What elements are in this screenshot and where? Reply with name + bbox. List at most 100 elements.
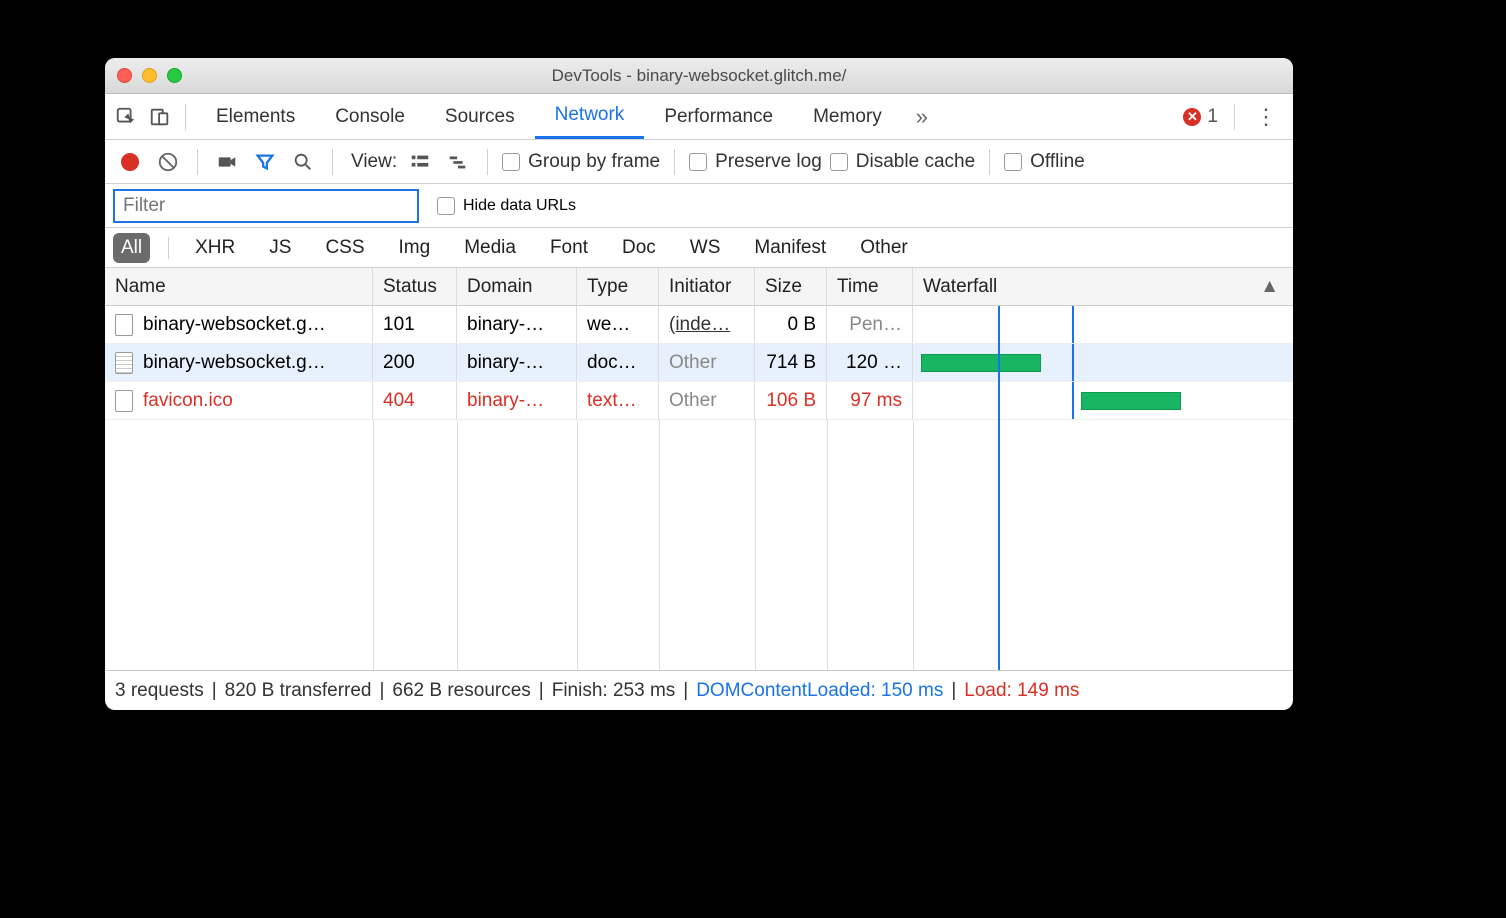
typefilter-font[interactable]: Font <box>542 233 596 263</box>
view-label: View: <box>351 151 397 173</box>
footer-load: Load: 149 ms <box>964 680 1079 702</box>
col-type[interactable]: Type <box>577 268 659 305</box>
offline-option[interactable]: Offline <box>1004 151 1085 173</box>
divider <box>1234 104 1235 130</box>
cell-type: doc… <box>577 344 659 381</box>
waterfall-dcl-line <box>998 306 1000 670</box>
record-button[interactable] <box>115 147 145 177</box>
waterfall-bar <box>921 354 1041 372</box>
divider <box>487 149 488 175</box>
col-time[interactable]: Time <box>827 268 913 305</box>
cell-waterfall <box>913 382 1293 419</box>
error-icon: ✕ <box>1183 108 1201 126</box>
footer-dcl: DOMContentLoaded: 150 ms <box>696 680 943 702</box>
cell-name: binary-websocket.g… <box>105 344 373 381</box>
footer-requests: 3 requests <box>115 680 204 702</box>
waterfall-bar <box>1081 392 1181 410</box>
typefilter-other[interactable]: Other <box>852 233 916 263</box>
cell-name: favicon.ico <box>105 382 373 419</box>
cell-domain: binary-… <box>457 306 577 343</box>
footer-resources: 662 B resources <box>392 680 530 702</box>
network-toolbar: View: Group by frame Preserve log Disabl… <box>105 140 1293 184</box>
footer-finish: Finish: 253 ms <box>552 680 676 702</box>
settings-menu-icon[interactable]: ⋮ <box>1245 104 1287 130</box>
preserve-log-option[interactable]: Preserve log <box>689 151 822 173</box>
file-icon <box>115 314 133 336</box>
hide-data-urls-option[interactable]: Hide data URLs <box>437 197 576 215</box>
divider <box>674 149 675 175</box>
typefilter-js[interactable]: JS <box>261 233 299 263</box>
tab-memory[interactable]: Memory <box>793 94 902 139</box>
request-row[interactable]: binary-websocket.g…101binary-…we…(inde…0… <box>105 306 1293 344</box>
titlebar: DevTools - binary-websocket.glitch.me/ <box>105 58 1293 94</box>
cell-waterfall <box>913 306 1293 343</box>
col-size[interactable]: Size <box>755 268 827 305</box>
col-waterfall[interactable]: Waterfall ▲ <box>913 268 1293 305</box>
waterfall-dcl-line <box>1072 382 1074 419</box>
cell-status: 101 <box>373 306 457 343</box>
waterfall-dcl-line <box>1072 344 1074 381</box>
filter-icon[interactable] <box>250 147 280 177</box>
footer-transferred: 820 B transferred <box>225 680 372 702</box>
checkbox-icon[interactable] <box>1004 153 1022 171</box>
request-row[interactable]: favicon.ico404binary-…text…Other106 B97 … <box>105 382 1293 420</box>
large-rows-icon[interactable] <box>405 147 435 177</box>
divider <box>185 104 186 130</box>
devtools-window: DevTools - binary-websocket.glitch.me/ E… <box>105 58 1293 710</box>
divider <box>332 149 333 175</box>
checkbox-icon[interactable] <box>437 197 455 215</box>
request-row[interactable]: binary-websocket.g…200binary-…doc…Other7… <box>105 344 1293 382</box>
col-domain[interactable]: Domain <box>457 268 577 305</box>
cell-name: binary-websocket.g… <box>105 306 373 343</box>
typefilter-xhr[interactable]: XHR <box>187 233 243 263</box>
cell-type: we… <box>577 306 659 343</box>
col-status[interactable]: Status <box>373 268 457 305</box>
error-count: 1 <box>1207 106 1218 128</box>
tab-console[interactable]: Console <box>315 94 425 139</box>
tab-elements[interactable]: Elements <box>196 94 315 139</box>
checkbox-icon[interactable] <box>502 153 520 171</box>
inspect-icon[interactable] <box>111 102 141 132</box>
typefilter-img[interactable]: Img <box>391 233 439 263</box>
tab-network[interactable]: Network <box>535 94 645 139</box>
offline-label: Offline <box>1030 151 1085 173</box>
typefilter-doc[interactable]: Doc <box>614 233 664 263</box>
device-toggle-icon[interactable] <box>145 102 175 132</box>
cell-size: 106 B <box>755 382 827 419</box>
search-icon[interactable] <box>288 147 318 177</box>
cell-status: 200 <box>373 344 457 381</box>
checkbox-icon[interactable] <box>689 153 707 171</box>
initiator-link[interactable]: (inde… <box>669 314 730 336</box>
group-by-frame-option[interactable]: Group by frame <box>502 151 660 173</box>
cell-domain: binary-… <box>457 382 577 419</box>
col-initiator[interactable]: Initiator <box>659 268 755 305</box>
overview-icon[interactable] <box>443 147 473 177</box>
more-tabs-icon[interactable]: » <box>906 104 938 130</box>
cell-initiator: Other <box>659 344 755 381</box>
clear-icon[interactable] <box>153 147 183 177</box>
cell-initiator: (inde… <box>659 306 755 343</box>
checkbox-icon[interactable] <box>830 153 848 171</box>
typefilter-all[interactable]: All <box>113 233 150 263</box>
filter-input[interactable] <box>113 189 419 223</box>
error-badge[interactable]: ✕ 1 <box>1183 106 1224 128</box>
tab-performance[interactable]: Performance <box>644 94 793 139</box>
col-name[interactable]: Name <box>105 268 373 305</box>
typefilter-ws[interactable]: WS <box>682 233 729 263</box>
grid-body <box>105 420 1293 670</box>
typefilter-manifest[interactable]: Manifest <box>746 233 834 263</box>
typefilter-media[interactable]: Media <box>456 233 524 263</box>
cell-domain: binary-… <box>457 344 577 381</box>
tab-sources[interactable]: Sources <box>425 94 535 139</box>
typefilter-css[interactable]: CSS <box>317 233 372 263</box>
col-waterfall-label: Waterfall <box>923 276 997 298</box>
disable-cache-option[interactable]: Disable cache <box>830 151 975 173</box>
waterfall-dcl-line <box>1072 306 1074 343</box>
filter-row: Hide data URLs <box>105 184 1293 228</box>
panel-tabbar: ElementsConsoleSourcesNetworkPerformance… <box>105 94 1293 140</box>
cell-initiator: Other <box>659 382 755 419</box>
requests-grid: Name Status Domain Type Initiator Size T… <box>105 268 1293 670</box>
status-bar: 3 requests | 820 B transferred | 662 B r… <box>105 670 1293 710</box>
camera-icon[interactable] <box>212 147 242 177</box>
cell-type: text… <box>577 382 659 419</box>
